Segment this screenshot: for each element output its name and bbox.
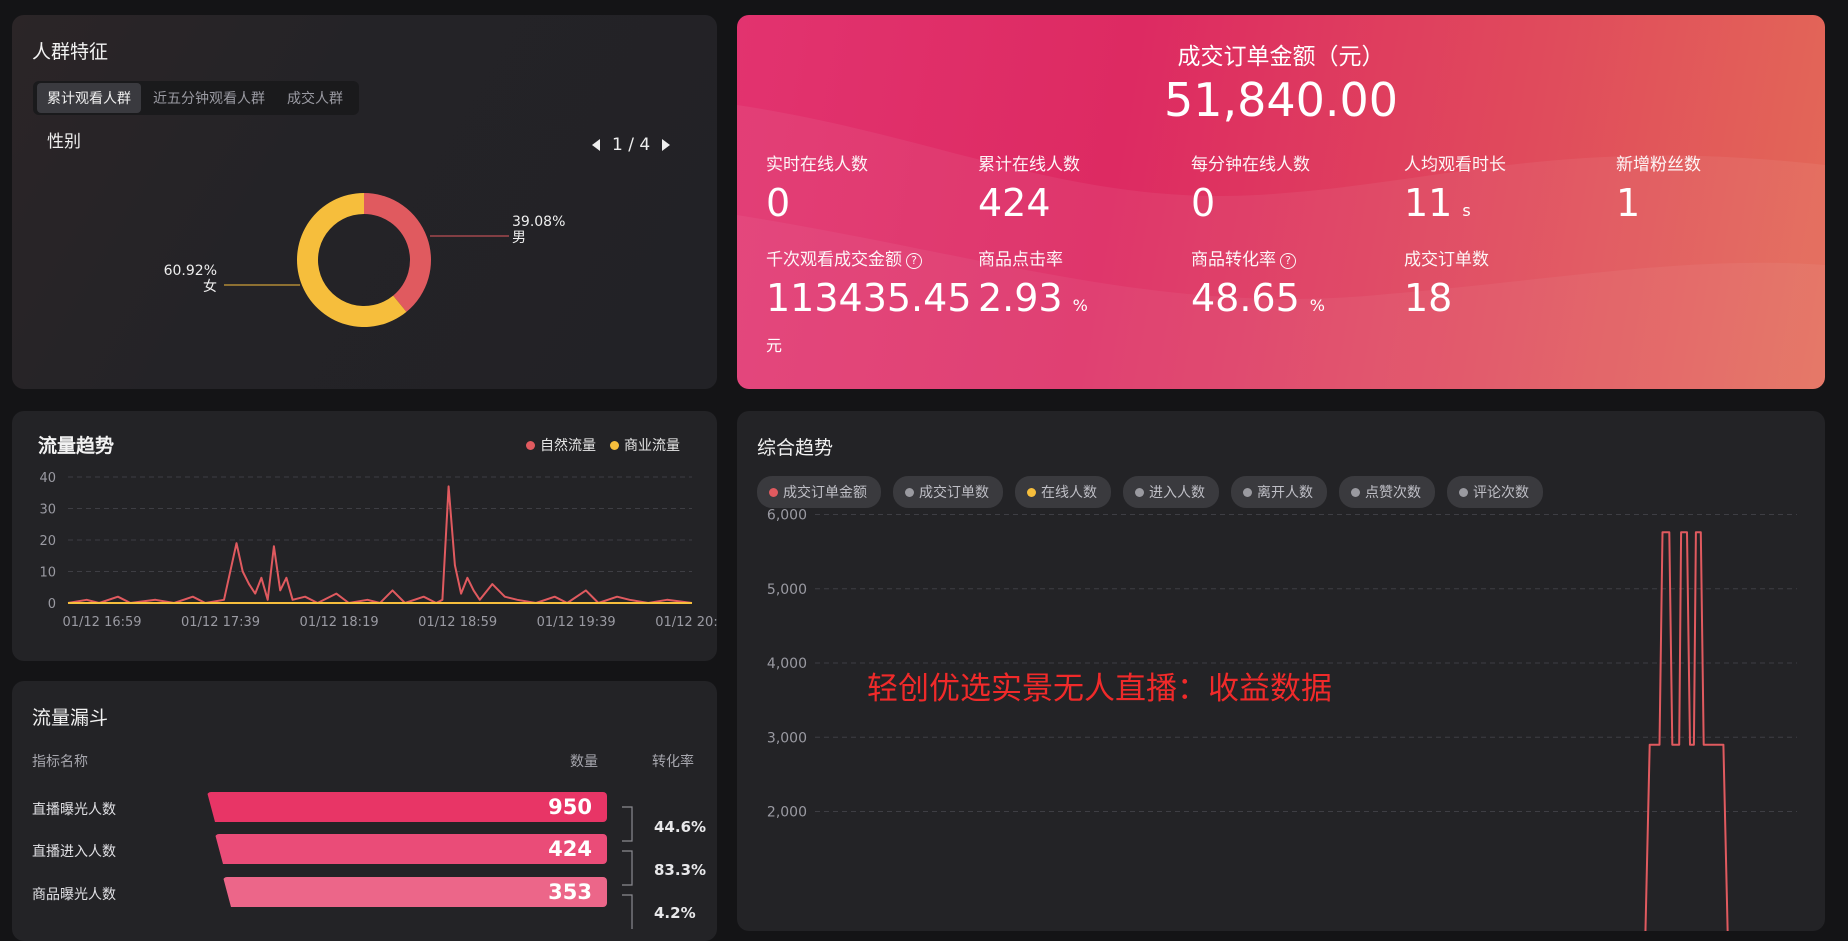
funnel-row-label: 直播曝光人数 [32, 802, 116, 818]
funnel-row-value: 424 [548, 837, 592, 861]
donut-label-male-percent: 39.08% [512, 214, 565, 230]
funnel-row-value: 950 [548, 795, 592, 819]
trend-x-tick: 01/12 17:39 [181, 615, 260, 630]
kpi-panel: 成交订单金额（元） 51,840.00 实时在线人数 0 累计在线人数 424 … [737, 15, 1825, 389]
kpi-value: 0 [766, 181, 791, 225]
trend-series-0 [67, 485, 693, 604]
traffic-trend-chart: 0 10 20 30 40 01/12 16:59 01/12 17:39 01/12 18:… [39, 471, 717, 630]
funnel-col-name: 指标名称 [32, 754, 88, 770]
kpi-label: 累计在线人数 [978, 155, 1080, 175]
kpi-per-minute-online: 每分钟在线人数 0 [1191, 150, 1310, 225]
kpi-value: 48.65 [1191, 276, 1300, 320]
kpi-value: 11 [1404, 181, 1453, 225]
crowd-panel: 人群特征 累计观看人群 近五分钟观看人群 成交人群 性别 1 / 4 39.08… [12, 15, 717, 389]
kpi-value: 424 [978, 181, 1051, 225]
funnel-col-rate: 转化率 [652, 754, 694, 770]
composite-trend-panel: 综合趋势 成交订单金额 成交订单数 在线人数 进入人数 离开人数 点赞次数 评论… [737, 411, 1825, 931]
funnel-rate: 83.3% [654, 861, 707, 879]
kpi-product-click-rate: 商品点击率 2.93% [978, 245, 1088, 328]
kpi-label: 商品点击率 [978, 250, 1063, 270]
kpi-cumulative-online: 累计在线人数 424 [978, 150, 1080, 225]
kpi-unit: % [1309, 296, 1325, 315]
kpi-label: 实时在线人数 [766, 155, 868, 175]
kpi-order-count: 成交订单数 18 [1404, 245, 1489, 320]
funnel-col-count: 数量 [570, 754, 598, 770]
kpi-label: 新增粉丝数 [1616, 155, 1701, 175]
kpi-value: 0 [1191, 181, 1216, 225]
traffic-funnel-panel: 流量漏斗 指标名称 数量 转化率 直播曝光人数 950 直播进入人数 424 商… [12, 681, 717, 941]
donut-label-female: 女 [203, 278, 217, 295]
help-icon[interactable]: ? [906, 253, 922, 269]
comp-y-tick: 3,000 [767, 730, 807, 746]
kpi-product-conversion-rate: 商品转化率? 48.65% [1191, 245, 1325, 328]
trend-x-tick: 01/12 18:19 [300, 615, 379, 630]
funnel-brackets [622, 806, 633, 929]
funnel-rate: 44.6% [654, 818, 707, 836]
funnel-title: 流量漏斗 [32, 707, 109, 729]
trend-y-tick: 0 [48, 597, 56, 612]
comp-y-tick: 2,000 [767, 805, 807, 821]
kpi-label: 人均观看时长 [1404, 155, 1506, 175]
kpi-value: 113435.45 [766, 276, 972, 320]
trend-y-tick: 40 [39, 471, 56, 486]
trend-x-tick: 01/12 16:59 [62, 615, 141, 630]
kpi-value: 18 [1404, 276, 1453, 320]
headline-label: 成交订单金额（元） [1177, 44, 1385, 70]
kpi-label: 每分钟在线人数 [1191, 155, 1310, 175]
gender-donut-chart: 39.08%男 60.92%女 [164, 193, 565, 327]
trend-y-tick: 20 [39, 534, 56, 549]
comp-y-tick: 5,000 [767, 582, 807, 598]
funnel-row-value: 353 [548, 880, 592, 904]
kpi-new-fans: 新增粉丝数 1 [1616, 150, 1701, 225]
headline-value: 51,840.00 [1163, 73, 1399, 127]
kpi-gmv-per-thousand-views: 千次观看成交金额? 113435.45 元 [766, 245, 972, 356]
trend-y-tick: 30 [39, 503, 56, 518]
funnel-row-label: 商品曝光人数 [32, 887, 116, 903]
kpi-unit: s [1462, 201, 1471, 220]
donut-label-female-percent: 60.92% [164, 263, 217, 279]
trend-x-tick: 01/12 18:59 [418, 615, 497, 630]
kpi-unit: % [1072, 296, 1088, 315]
trend-x-tick: 01/12 19:39 [537, 615, 616, 630]
kpi-headline: 成交订单金额（元） 51,840.00 [737, 37, 1825, 127]
trend-y-tick: 10 [39, 566, 56, 581]
donut-label-male: 男 [512, 230, 526, 246]
funnel-rate: 4.2% [654, 904, 696, 922]
kpi-label: 成交订单数 [1404, 250, 1489, 270]
kpi-label: 商品转化率 [1191, 250, 1276, 270]
comp-y-tick: 6,000 [767, 508, 807, 524]
kpi-label: 千次观看成交金额 [766, 250, 902, 270]
comp-series-0 [1644, 531, 1729, 931]
trend-x-tick: 01/12 20:19 [655, 615, 717, 630]
funnel-row-label: 直播进入人数 [32, 844, 116, 860]
comp-y-tick: 4,000 [767, 656, 807, 672]
help-icon[interactable]: ? [1280, 253, 1296, 269]
kpi-avg-watch-time: 人均观看时长 11 s [1404, 150, 1506, 233]
kpi-unit: 元 [766, 336, 783, 355]
traffic-trend-panel: 流量趋势 自然流量 商业流量 0 10 20 30 40 01/12 16:59 01/12… [12, 411, 717, 661]
donut-slice-0 [364, 193, 431, 312]
kpi-value: 2.93 [978, 276, 1063, 320]
kpi-realtime-online: 实时在线人数 0 [766, 150, 868, 225]
watermark-text: 轻创优选实景无人直播：收益数据 [867, 671, 1332, 707]
kpi-value: 1 [1616, 181, 1641, 225]
